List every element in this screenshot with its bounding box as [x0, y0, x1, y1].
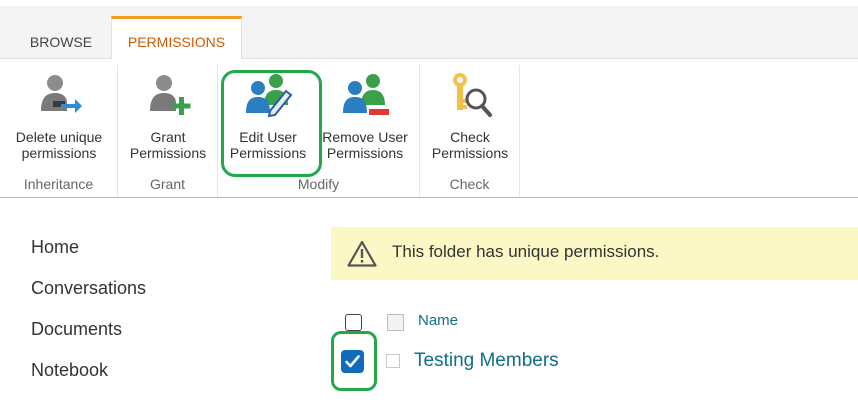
group-label-grant: Grant: [149, 176, 185, 192]
nav-item-conversations[interactable]: Conversations: [31, 273, 146, 314]
grant-permissions-label-1: Grant: [150, 129, 186, 145]
check-permissions-icon: [453, 73, 492, 117]
nav-item-home[interactable]: Home: [31, 232, 146, 273]
ribbon-tab-strip: BROWSE PERMISSIONS: [0, 6, 858, 60]
remove-user-permissions-icon: [343, 74, 389, 115]
remove-user-permissions-label-2: Permissions: [326, 145, 404, 161]
row-checkbox-highlight: [331, 331, 377, 391]
list-item-name[interactable]: Testing Members: [414, 350, 559, 372]
delete-unique-permissions-label-1: Delete unique: [15, 129, 103, 145]
check-permissions-label-2: Permissions: [431, 145, 509, 161]
select-all-checkbox[interactable]: [345, 314, 362, 331]
grant-permissions-button[interactable]: Grant Permissions: [118, 65, 218, 165]
ribbon-group-inheritance: Delete unique permissions Inheritance: [0, 65, 118, 197]
notice-text: This folder has unique permissions.: [392, 242, 660, 261]
row-item-checkbox[interactable]: [386, 354, 400, 368]
grant-permissions-label-2: Permissions: [129, 145, 207, 161]
tab-permissions[interactable]: PERMISSIONS: [111, 16, 242, 60]
remove-user-permissions-label-1: Remove User: [322, 129, 408, 145]
remove-user-permissions-button[interactable]: Remove User Permissions: [316, 65, 414, 165]
group-label-check: Check: [449, 176, 490, 192]
check-permissions-label-1: Check: [450, 129, 490, 145]
name-column-header[interactable]: Name: [418, 312, 458, 329]
group-label-modify: Modify: [297, 176, 340, 192]
delete-inheritance-icon: [41, 75, 82, 113]
edit-user-permissions-highlight: [221, 70, 322, 177]
group-label-inheritance: Inheritance: [23, 176, 94, 192]
ribbon-group-grant: Grant Permissions Grant: [118, 65, 218, 197]
name-column-checkbox[interactable]: [387, 314, 404, 331]
nav-item-documents[interactable]: Documents: [31, 314, 146, 355]
quick-launch-nav: Home Conversations Documents Notebook: [31, 232, 146, 396]
delete-unique-permissions-label-2: permissions: [21, 145, 97, 161]
check-permissions-button[interactable]: Check Permissions: [420, 65, 520, 165]
tab-browse[interactable]: BROWSE: [12, 26, 110, 59]
grant-permissions-icon: [150, 75, 191, 115]
ribbon-group-check: Check Permissions Check: [420, 65, 520, 197]
warning-icon: [347, 240, 377, 267]
ribbon: Delete unique permissions Inheritance Gr…: [0, 59, 858, 198]
unique-permissions-notice: This folder has unique permissions.: [331, 227, 858, 280]
nav-item-notebook[interactable]: Notebook: [31, 355, 146, 396]
delete-unique-permissions-button[interactable]: Delete unique permissions: [0, 65, 118, 165]
